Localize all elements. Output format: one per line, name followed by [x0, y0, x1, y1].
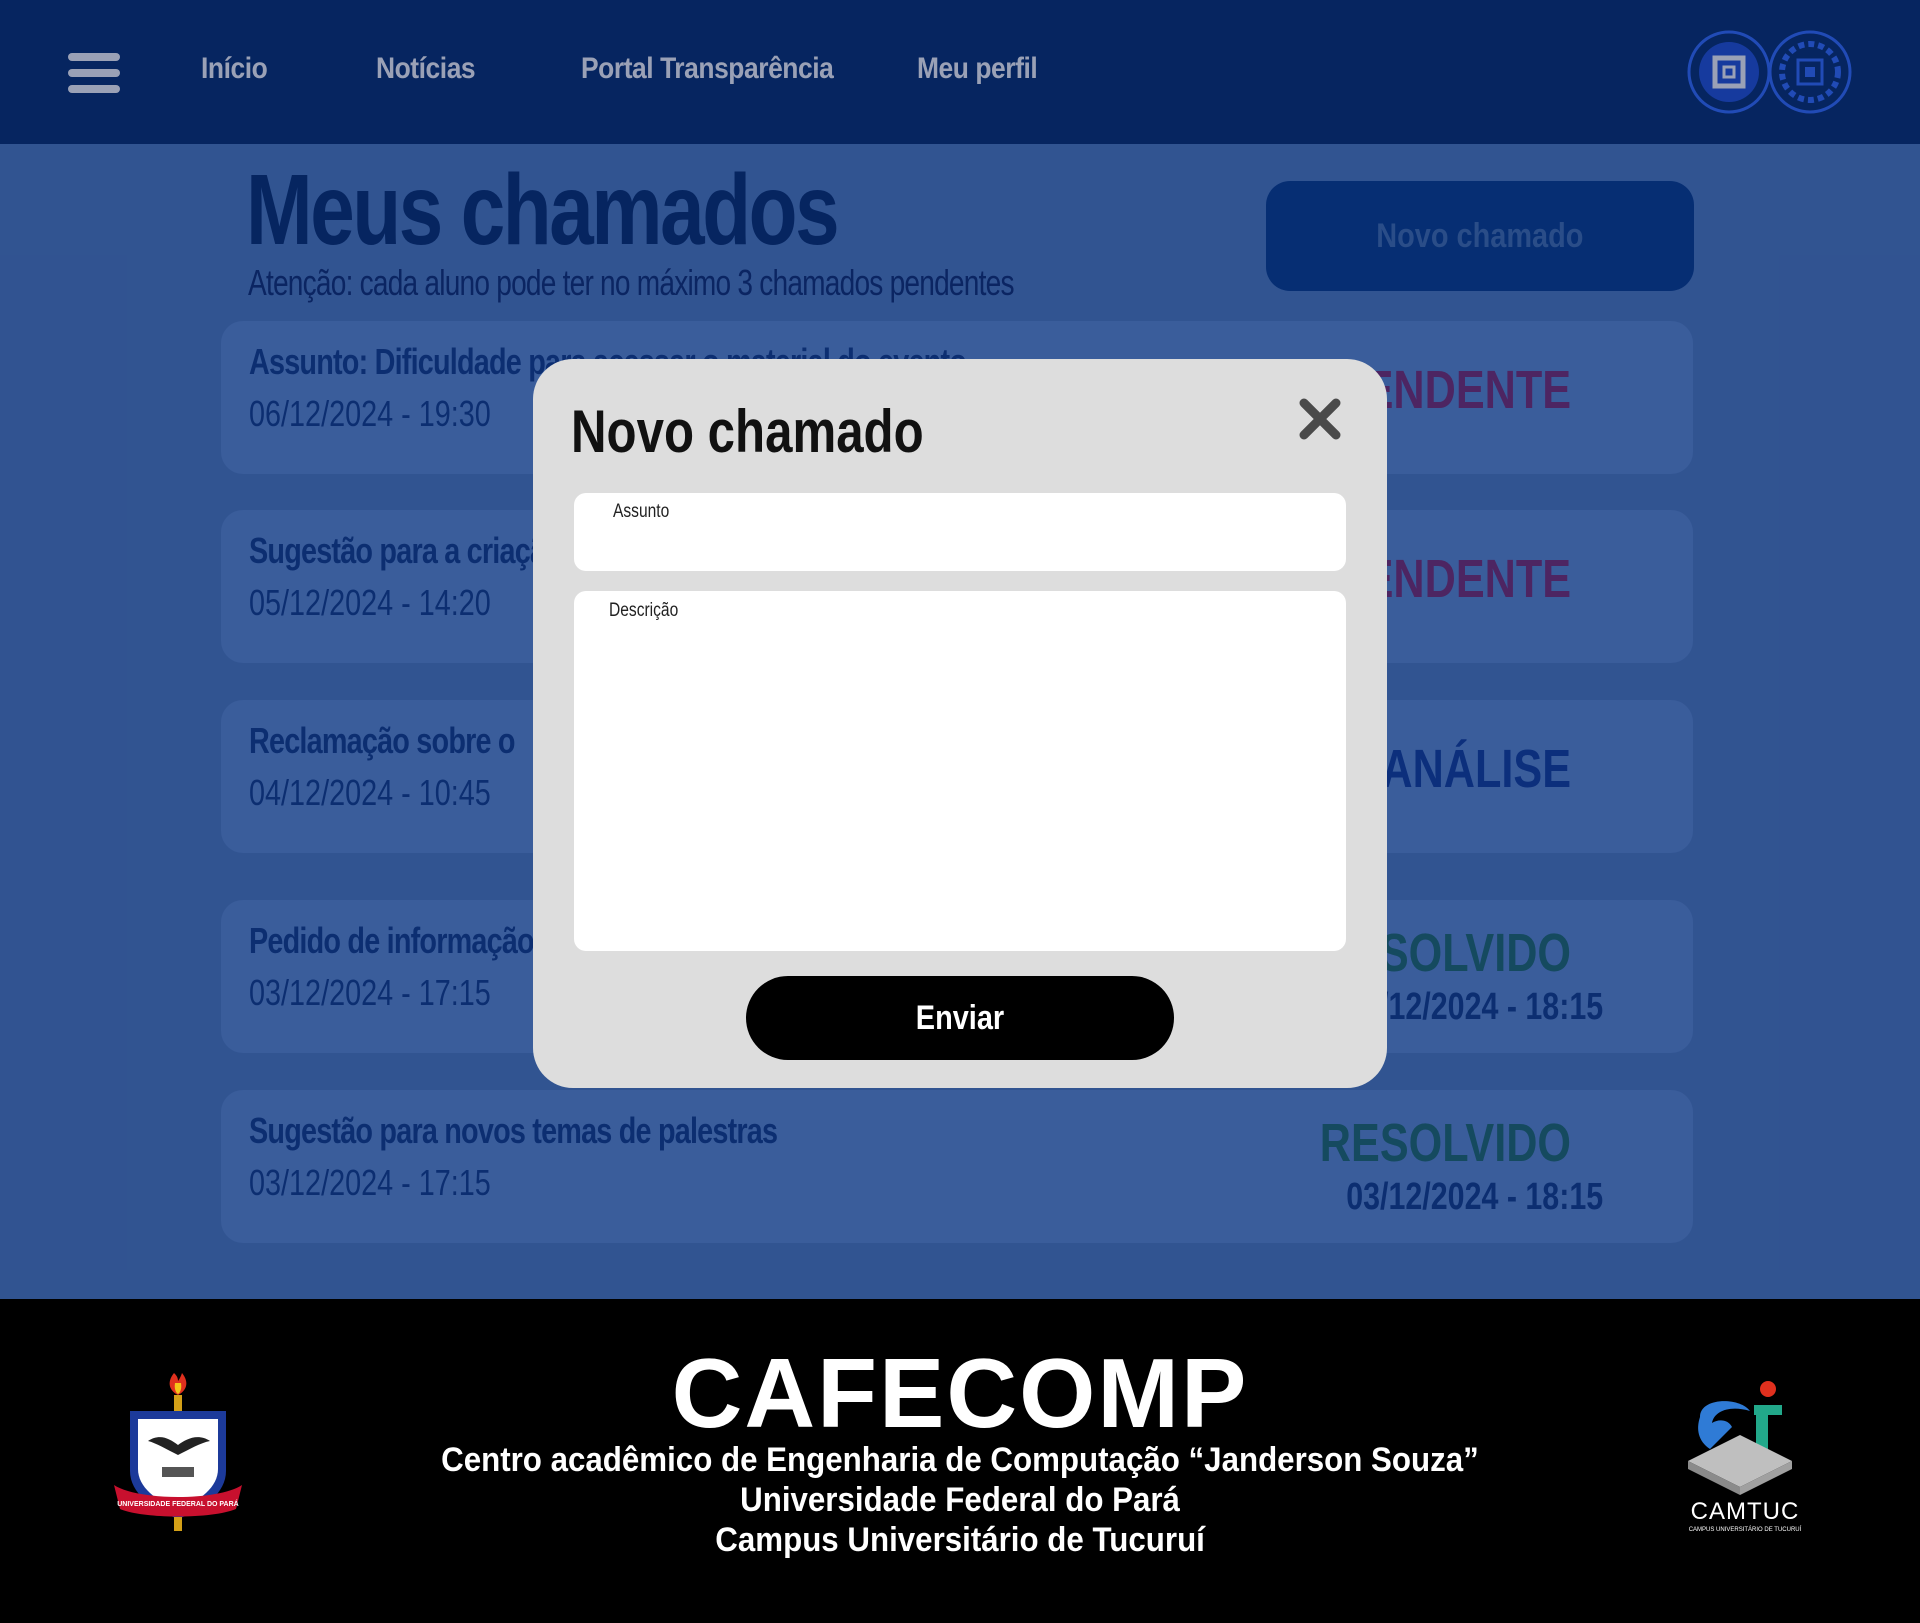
footer: UNIVERSIDADE FEDERAL DO PARÁ CAFECOMP Ce… [0, 1299, 1920, 1623]
camtuc-text: CAMTUC [1691, 1498, 1800, 1525]
modal-title: Novo chamado [571, 398, 924, 465]
footer-line-2: Universidade Federal do Pará [740, 1481, 1180, 1519]
send-button[interactable]: Enviar [746, 976, 1174, 1060]
camtuc-subtext: CAMPUS UNIVERSITÁRIO DE TUCURUÍ [1689, 1526, 1802, 1533]
footer-line-1: Centro acadêmico de Engenharia de Comput… [441, 1441, 1479, 1479]
description-label: Descrição [609, 600, 679, 621]
subject-label: Assunto [613, 501, 670, 522]
description-field[interactable] [574, 591, 1346, 951]
footer-brand: CAFECOMP [671, 1338, 1249, 1448]
new-ticket-modal: Novo chamado Assunto Descrição Enviar [533, 359, 1387, 1088]
close-icon[interactable] [1296, 395, 1344, 443]
footer-line-3: Campus Universitário de Tucuruí [715, 1521, 1205, 1559]
subject-field[interactable] [574, 493, 1346, 571]
camtuc-logo: CAMTUC CAMPUS UNIVERSITÁRIO DE TUCURUÍ [1688, 1381, 1802, 1533]
